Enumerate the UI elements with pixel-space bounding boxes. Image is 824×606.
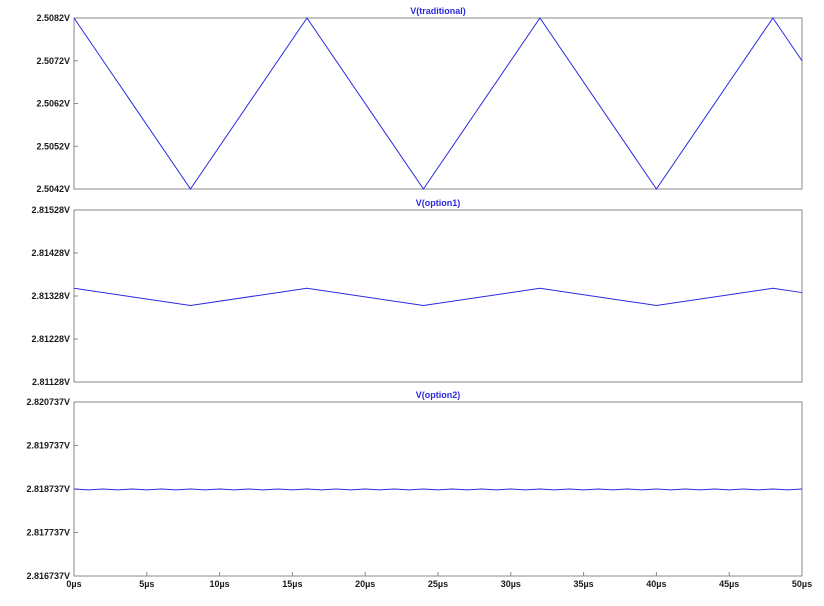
x-tick-label: 0µs	[66, 579, 81, 589]
y-tick-label: 2.5072V	[36, 56, 70, 66]
y-tick-label: 2.818737V	[26, 484, 70, 494]
panel-title: V(option1)	[416, 198, 461, 208]
y-tick-label: 2.817737V	[26, 528, 70, 538]
plot-frame	[73, 17, 803, 190]
x-tick-label: 15µs	[282, 579, 302, 589]
chart-panel-1: V(traditional) 2.5082V 2.5072V 2.5062V 2.505…	[36, 6, 803, 194]
y-tick-label: 2.5052V	[36, 141, 70, 151]
y-tick-label: 2.816737V	[26, 571, 70, 581]
x-tick-label: 25µs	[428, 579, 448, 589]
x-tick-label: 35µs	[573, 579, 593, 589]
y-tick-label: 2.81328V	[31, 291, 70, 301]
x-tick-label: 5µs	[139, 579, 154, 589]
y-tick-label: 2.81228V	[31, 334, 70, 344]
x-tick-label: 10µs	[209, 579, 229, 589]
x-tick-label: 50µs	[792, 579, 812, 589]
x-tick-label: 20µs	[355, 579, 375, 589]
chart-panel-3: V(option2) 2.820737V 2.819737V 2.818737V 2.8…	[26, 390, 812, 589]
y-tick-label: 2.81128V	[32, 377, 70, 387]
panel-title: V(option2)	[416, 390, 461, 400]
x-tick-label: 30µs	[501, 579, 521, 589]
y-tick-label: 2.5082V	[36, 13, 70, 23]
chart-panel-2: V(option1) 2.81528V 2.81428V 2.81328V 2.8122…	[31, 198, 803, 387]
plot-frame	[73, 209, 803, 383]
y-tick-label: 2.81428V	[31, 248, 70, 258]
y-tick-label: 2.819737V	[26, 441, 70, 451]
x-tick-label: 40µs	[646, 579, 666, 589]
panel-title: V(traditional)	[410, 6, 466, 16]
waveform-plot: V(traditional) 2.5082V 2.5072V 2.5062V 2.505…	[26, 6, 812, 589]
y-tick-label: 2.5062V	[36, 99, 70, 109]
y-tick-label: 2.81528V	[31, 205, 70, 215]
y-tick-label: 2.5042V	[36, 184, 70, 194]
y-tick-label: 2.820737V	[26, 397, 70, 407]
x-tick-label: 45µs	[719, 579, 739, 589]
